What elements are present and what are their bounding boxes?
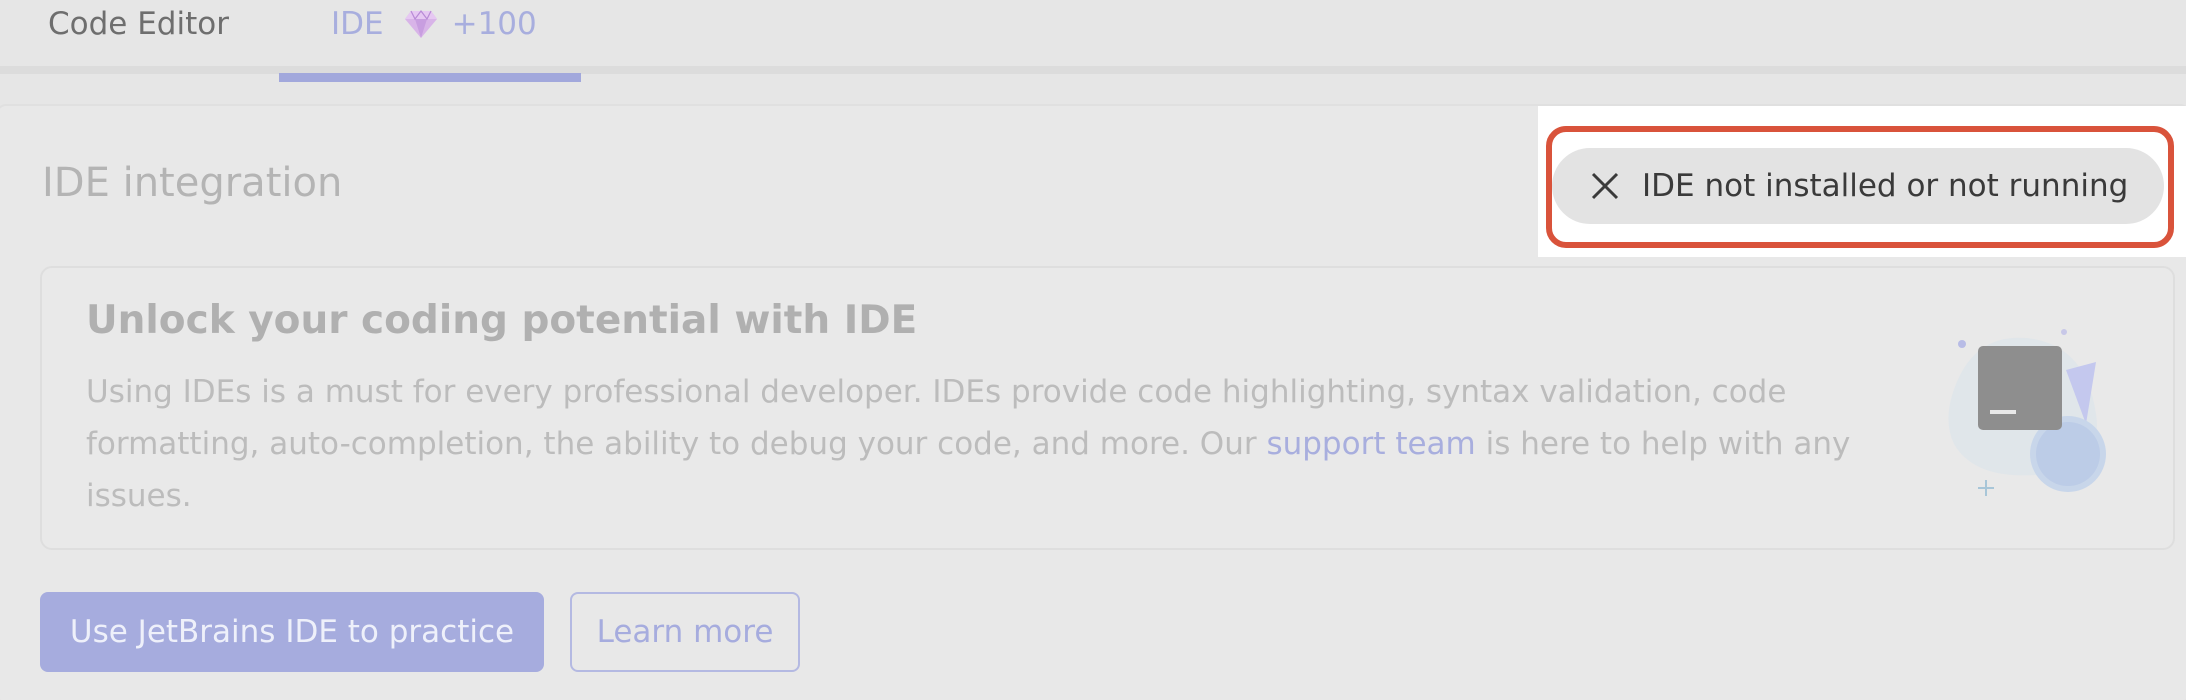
tab-ide-label: IDE (331, 6, 384, 42)
use-jetbrains-ide-button[interactable]: Use JetBrains IDE to practice (40, 592, 544, 672)
tab-bar: Code Editor IDE +100 (0, 0, 2186, 82)
gem-icon (404, 9, 438, 39)
ide-info-card: Unlock your coding potential with IDE Us… (40, 266, 2175, 550)
support-team-link[interactable]: support team (1266, 426, 1475, 462)
tab-ide[interactable]: IDE +100 (279, 0, 581, 82)
section-title: IDE integration (42, 160, 343, 206)
ide-terminal-illustration (1936, 324, 2156, 504)
close-icon (1590, 171, 1620, 201)
active-tab-indicator (279, 73, 581, 82)
tab-code-editor-label: Code Editor (48, 6, 229, 42)
learn-more-button[interactable]: Learn more (570, 592, 800, 672)
tab-ide-reward: +100 (451, 6, 537, 42)
ide-status-text: IDE not installed or not running (1642, 168, 2129, 204)
tab-code-editor[interactable]: Code Editor (48, 0, 229, 74)
card-title: Unlock your coding potential with IDE (86, 298, 918, 343)
ide-status-badge: IDE not installed or not running (1552, 148, 2164, 224)
card-description: Using IDEs is a must for every professio… (86, 366, 1906, 522)
